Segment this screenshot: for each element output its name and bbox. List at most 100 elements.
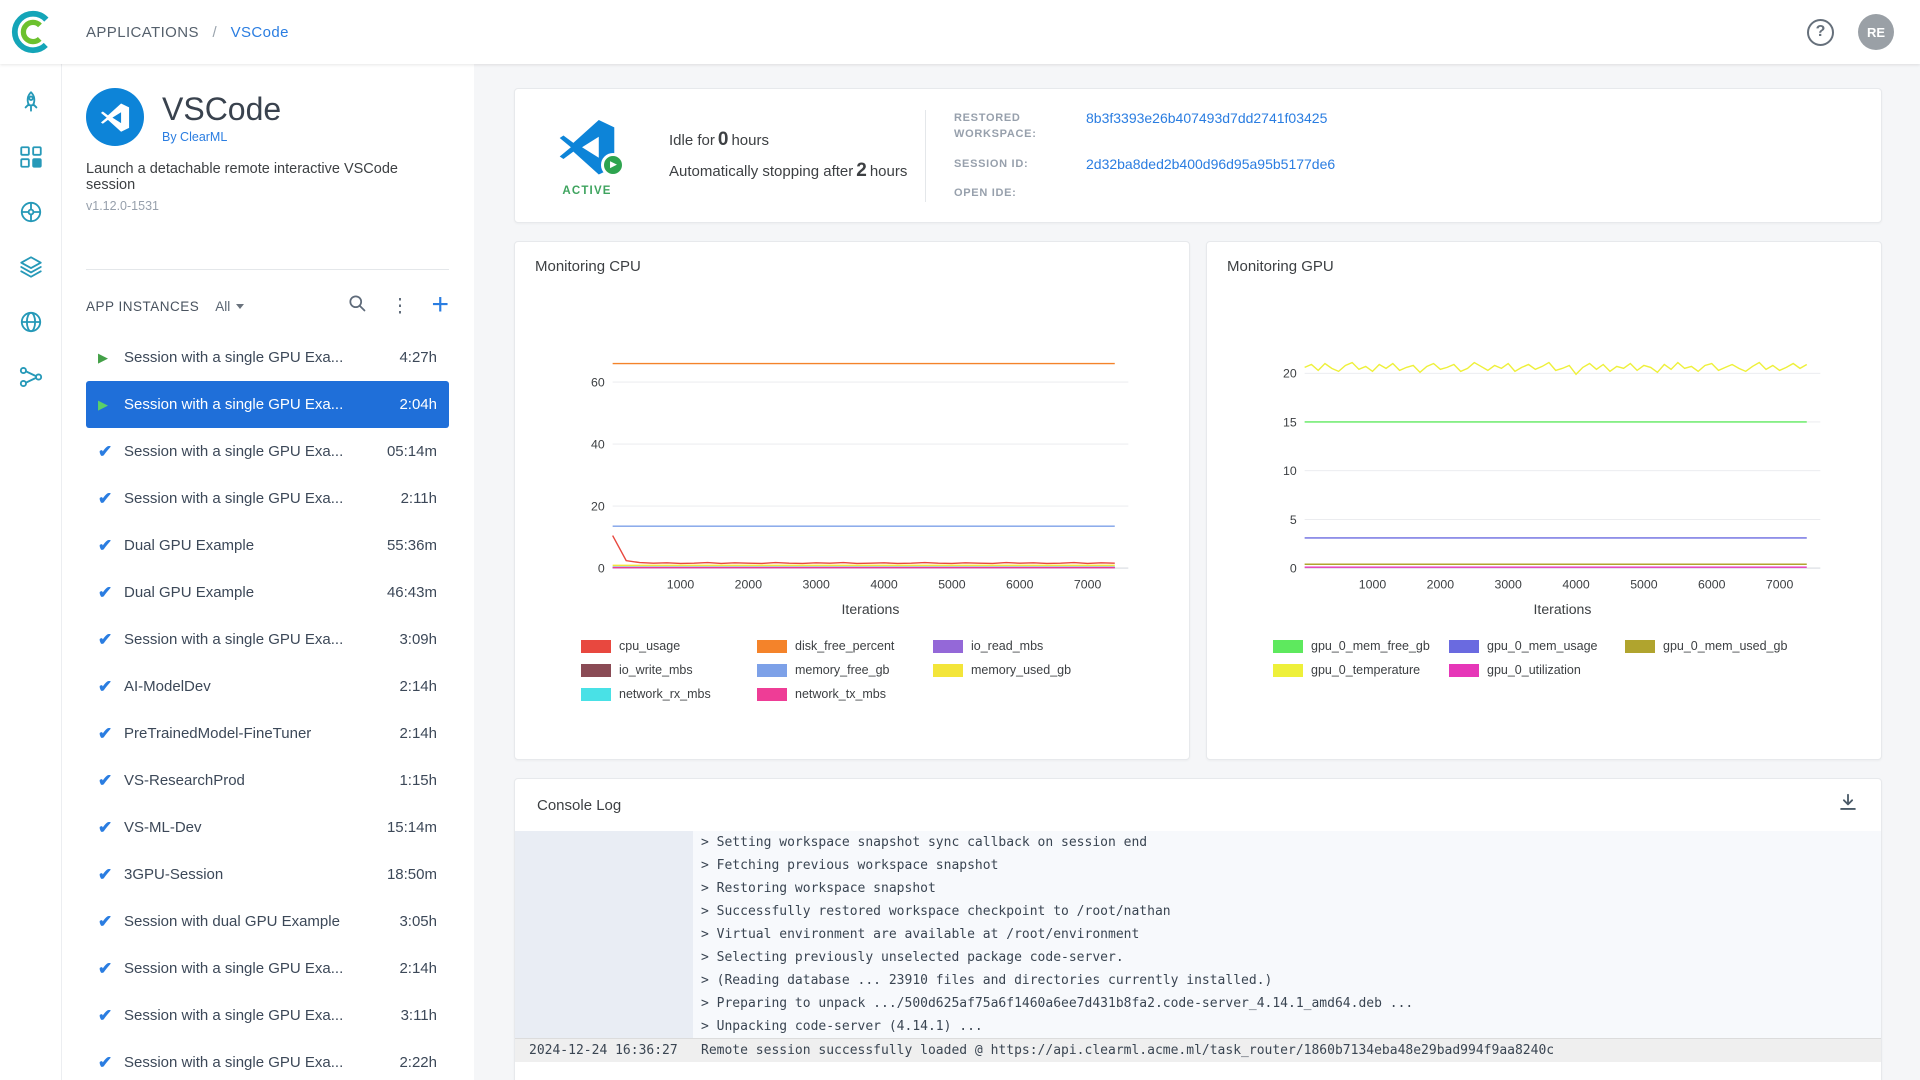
field-label: RESTORED WORKSPACE: (954, 111, 1037, 141)
legend-item[interactable]: gpu_0_mem_free_gb (1273, 639, 1449, 653)
svg-text:5000: 5000 (1630, 577, 1658, 591)
legend-label: gpu_0_temperature (1311, 663, 1421, 677)
svg-text:4000: 4000 (1562, 577, 1590, 591)
legend-item[interactable]: memory_used_gb (933, 663, 1109, 677)
field-label: OPEN IDE: (954, 187, 1017, 199)
app-byline-link[interactable]: By ClearML (162, 130, 281, 144)
list-item[interactable]: ✔ PreTrainedModel-FineTuner 2:14h (86, 710, 449, 757)
instance-name: Session with a single GPU Exa... (124, 443, 344, 460)
list-item[interactable]: ✔ Session with a single GPU Exa... 2:11h (86, 475, 449, 522)
legend-label: gpu_0_utilization (1487, 663, 1581, 677)
legend-label: network_rx_mbs (619, 687, 711, 701)
play-icon: ▶ (98, 396, 108, 412)
help-icon[interactable]: ? (1807, 18, 1834, 46)
filter-selected-value: All (215, 298, 231, 314)
add-instance-button[interactable]: + (431, 289, 449, 320)
legend-item[interactable]: memory_free_gb (757, 663, 933, 677)
legend-item[interactable]: cpu_usage (581, 639, 757, 653)
clearml-logo-icon[interactable] (10, 9, 56, 55)
legend-swatch-icon (581, 687, 611, 701)
svg-text:0: 0 (1290, 562, 1297, 576)
legend-item[interactable]: disk_free_percent (757, 639, 933, 653)
search-icon[interactable] (347, 293, 368, 319)
list-item[interactable]: ✔ VS-ResearchProd 1:15h (86, 757, 449, 804)
instance-name: Dual GPU Example (124, 584, 255, 601)
instance-name: Session with a single GPU Exa... (124, 396, 344, 413)
download-log-icon[interactable] (1837, 792, 1859, 819)
legend-label: io_write_mbs (619, 663, 693, 677)
datasets-icon[interactable] (18, 254, 44, 280)
list-item[interactable]: ✔ Dual GPU Example 46:43m (86, 569, 449, 616)
console-body[interactable]: > Setting workspace snapshot sync callba… (515, 831, 1881, 1062)
legend-item[interactable]: gpu_0_temperature (1273, 663, 1449, 677)
breadcrumb-applications[interactable]: APPLICATIONS (86, 24, 199, 41)
instance-duration: 3:05h (399, 913, 437, 930)
legend-item[interactable]: io_read_mbs (933, 639, 1109, 653)
running-status-badge-icon: ▶ (601, 152, 625, 177)
log-text: > (Reading database ... 23910 files and … (693, 969, 1881, 992)
app-panel: VSCode By ClearML Launch a detachable re… (62, 64, 474, 1080)
list-item[interactable]: ▶ Session with a single GPU Exa... 4:27h (86, 334, 449, 381)
legend-item[interactable]: network_rx_mbs (581, 687, 757, 701)
kebab-menu-icon[interactable]: ⋮ (390, 297, 409, 316)
list-item[interactable]: ✔ Session with a single GPU Exa... 2:22h (86, 1039, 449, 1080)
field-value-link[interactable]: 2d32ba8ded2b400d96d95a95b5177de6 (1086, 156, 1335, 172)
reports-icon[interactable] (18, 309, 44, 335)
legend-swatch-icon (757, 639, 787, 653)
breadcrumb-vscode[interactable]: VSCode (231, 24, 289, 41)
list-item[interactable]: ✔ Dual GPU Example 55:36m (86, 522, 449, 569)
instance-duration: 2:04h (399, 396, 437, 413)
svg-text:7000: 7000 (1766, 577, 1794, 591)
legend-item[interactable]: network_tx_mbs (757, 687, 933, 701)
app-description: Launch a detachable remote interactive V… (86, 161, 398, 193)
svg-text:20: 20 (591, 500, 605, 514)
field-value-link[interactable]: 8b3f3393e26b407493d7dd2741f03425 (1086, 110, 1327, 126)
list-item[interactable]: ✔ VS-ML-Dev 15:14m (86, 804, 449, 851)
check-icon: ✔ (98, 864, 113, 884)
svg-text:6000: 6000 (1006, 577, 1034, 591)
projects-icon[interactable] (18, 144, 44, 170)
log-timestamp (515, 946, 693, 969)
cpu-chart-card: Monitoring CPU 0 20 40 60 1000 2000 3000 4000 50… (514, 241, 1190, 760)
legend-item[interactable]: io_write_mbs (581, 663, 757, 677)
list-item[interactable]: ✔ AI-ModelDev 2:14h (86, 663, 449, 710)
log-line: > Setting workspace snapshot sync callba… (515, 831, 1881, 854)
instance-duration: 05:14m (386, 443, 437, 460)
gpu-chart-title: Monitoring GPU (1227, 258, 1334, 275)
log-text: > Setting workspace snapshot sync callba… (693, 831, 1881, 854)
list-item[interactable]: ✔ Session with dual GPU Example 3:05h (86, 898, 449, 945)
chart-plot[interactable]: 0 5 10 15 20 1000 2000 3000 4000 5000 6000 7000 Iter… (1227, 283, 1861, 635)
legend-label: cpu_usage (619, 639, 681, 653)
log-timestamp (515, 877, 693, 900)
list-item[interactable]: ✔ Session with a single GPU Exa... 2:14h (86, 945, 449, 992)
applications-icon[interactable] (18, 89, 44, 115)
svg-text:Iterations: Iterations (1534, 601, 1592, 617)
pipelines-icon[interactable] (18, 364, 44, 390)
status-fields: RESTORED WORKSPACE: 8b3f3393e26b407493d7d… (926, 110, 1851, 202)
breadcrumb: APPLICATIONS / VSCode (86, 24, 289, 41)
list-item[interactable]: ✔ 3GPU-Session 18:50m (86, 851, 449, 898)
chart-plot[interactable]: 0 20 40 60 1000 2000 3000 4000 5000 6000 7000 Itera… (535, 283, 1169, 635)
legend-item[interactable]: gpu_0_mem_usage (1449, 639, 1625, 653)
log-line: > Successfully restored workspace checkp… (515, 900, 1881, 923)
cpu-chart-body: 0 20 40 60 1000 2000 3000 4000 5000 6000 7000 Itera… (535, 283, 1169, 711)
log-text: > Virtual environment are available at /… (693, 923, 1881, 946)
list-item[interactable]: ✔ Session with a single GPU Exa... 3:09h (86, 616, 449, 663)
avatar[interactable]: RE (1858, 14, 1894, 50)
legend-item[interactable]: gpu_0_utilization (1449, 663, 1625, 677)
list-item[interactable]: ✔ Session with a single GPU Exa... 3:11h (86, 992, 449, 1039)
list-item[interactable]: ✔ Session with a single GPU Exa... 05:14m (86, 428, 449, 475)
list-item[interactable]: ▶ Session with a single GPU Exa... 2:04h (86, 381, 449, 428)
instance-name: AI-ModelDev (124, 678, 211, 695)
instances-filter-dropdown[interactable]: All (215, 298, 245, 314)
instance-duration: 2:14h (399, 678, 437, 695)
log-text: > Restoring workspace snapshot (693, 877, 1881, 900)
log-timestamp: 2024-12-24 16:36:27 (515, 1039, 693, 1062)
legend-label: memory_free_gb (795, 663, 890, 677)
top-bar: APPLICATIONS / VSCode ? RE (0, 0, 1920, 64)
legend-swatch-icon (1273, 639, 1303, 653)
log-line: > Fetching previous workspace snapshot (515, 854, 1881, 877)
workers-icon[interactable] (18, 199, 44, 225)
svg-text:2000: 2000 (735, 577, 763, 591)
legend-item[interactable]: gpu_0_mem_used_gb (1625, 639, 1801, 653)
